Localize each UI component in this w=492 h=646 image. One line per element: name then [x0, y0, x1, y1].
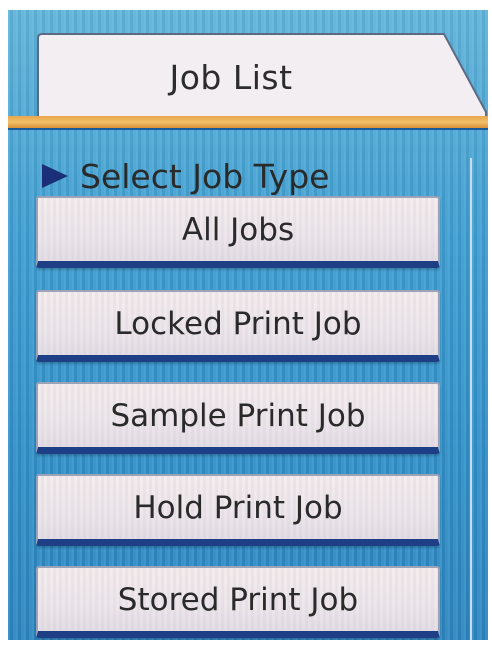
tab-label: Job List	[169, 58, 293, 97]
tab-job-list[interactable]: Job List	[36, 32, 488, 118]
scrollbar[interactable]	[470, 158, 472, 640]
printer-panel-screen: Job List Select Job Type All Jobs Locked…	[8, 10, 488, 640]
hold-print-job-button[interactable]: Hold Print Job	[36, 474, 440, 546]
triangle-right-icon	[42, 164, 68, 188]
sample-print-job-button[interactable]: Sample Print Job	[36, 382, 440, 454]
stored-print-job-button[interactable]: Stored Print Job	[36, 566, 440, 638]
all-jobs-button[interactable]: All Jobs	[36, 196, 440, 268]
section-header: Select Job Type	[42, 154, 329, 198]
locked-print-job-button[interactable]: Locked Print Job	[36, 290, 440, 362]
section-label: Select Job Type	[80, 156, 330, 196]
panel-divider	[8, 128, 488, 130]
tab-accent-bar	[8, 116, 488, 128]
photo-frame: Job List Select Job Type All Jobs Locked…	[0, 0, 492, 646]
